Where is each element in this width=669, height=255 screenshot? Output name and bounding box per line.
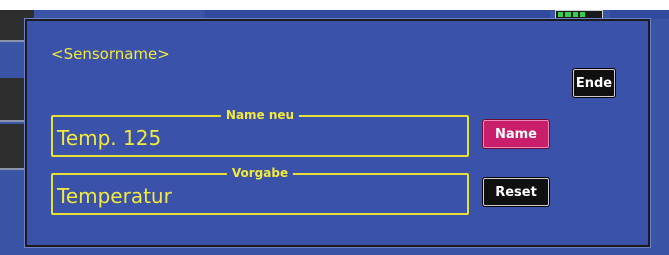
default-name-legend: Vorgabe (226, 165, 294, 181)
name-button[interactable]: Name (483, 120, 549, 148)
new-name-legend: Name neu (220, 107, 300, 123)
default-name-value: Temperatur (57, 184, 172, 208)
close-button[interactable]: Ende (573, 69, 615, 97)
dialog-title: <Sensorname> (51, 45, 170, 63)
new-name-field[interactable]: Name neu Temp. 125 (51, 107, 469, 157)
battery-icon (555, 10, 603, 19)
background-header (205, 10, 550, 19)
default-name-field: Vorgabe Temperatur (51, 165, 469, 215)
sensor-name-dialog: <Sensorname> Ende Name neu Temp. 125 Nam… (24, 18, 651, 248)
reset-button[interactable]: Reset (483, 178, 549, 206)
new-name-value: Temp. 125 (57, 126, 162, 150)
background-header-right (610, 10, 669, 19)
